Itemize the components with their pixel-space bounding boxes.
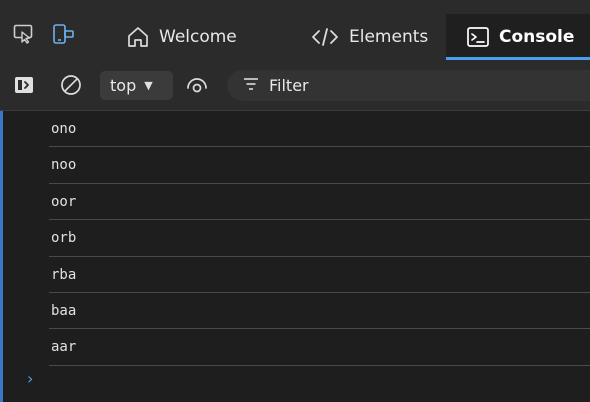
tab-welcome-label: Welcome (159, 27, 237, 47)
console-output: ono noo oor orb rba baa aar › (0, 111, 590, 402)
code-icon (310, 26, 340, 48)
context-value: top (110, 76, 137, 95)
console-message: baa (49, 293, 590, 330)
tab-console[interactable]: Console (446, 14, 590, 60)
console-message: orb (49, 220, 590, 257)
console-message-text: ono (51, 121, 77, 137)
filter-placeholder: Filter (269, 76, 309, 95)
toggle-sidebar-icon[interactable] (12, 72, 36, 98)
context-selector[interactable]: top ▼ (100, 71, 173, 100)
console-message: aar (49, 329, 590, 366)
tab-welcome[interactable]: Welcome (114, 14, 249, 60)
console-message-text: rba (51, 266, 77, 283)
tab-elements-label: Elements (349, 27, 429, 47)
tab-console-label: Console (499, 27, 575, 47)
caret-down-icon: ▼ (144, 79, 153, 92)
console-message: noo (49, 147, 590, 184)
tab-elements[interactable]: Elements (298, 14, 440, 60)
live-expression-icon[interactable] (184, 72, 210, 98)
console-prompt[interactable]: › (27, 369, 33, 388)
console-message-text: orb (51, 230, 77, 247)
console-message-text: baa (51, 302, 77, 319)
prompt-chevron-icon: › (27, 369, 34, 388)
console-icon (466, 26, 490, 48)
inspect-element-icon[interactable] (12, 22, 36, 46)
home-icon (126, 25, 150, 49)
devtools-window: Welcome Elements Console top ▼ Filter on… (0, 0, 590, 402)
clear-console-icon[interactable] (58, 72, 84, 98)
tab-bar: Welcome Elements Console (0, 0, 590, 60)
filter-icon (243, 76, 259, 95)
console-message-text: aar (51, 339, 77, 356)
console-message: oor (49, 184, 590, 221)
device-emulation-icon[interactable] (52, 22, 76, 46)
console-message: rba (49, 257, 590, 293)
console-message-text: noo (51, 157, 77, 174)
console-message: ono (49, 111, 590, 148)
filter-input[interactable]: Filter (227, 70, 590, 101)
console-message-text: oor (51, 193, 77, 210)
